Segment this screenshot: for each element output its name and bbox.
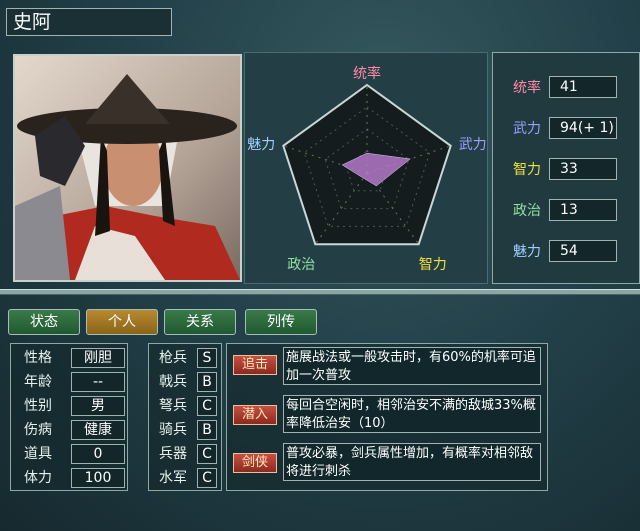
stat-value: 41 <box>549 76 617 98</box>
aptitude-grade: C <box>197 468 217 488</box>
aptitude-label: 兵器 <box>159 446 187 462</box>
aptitude-label: 枪兵 <box>159 350 187 366</box>
general-portrait <box>13 54 242 282</box>
stat-row-wuli: 武力 94(+ 1) <box>493 117 640 141</box>
profile-label: 性格 <box>24 350 52 366</box>
radar-label: 统率 <box>353 65 381 82</box>
profile-value: 刚胆 <box>71 348 125 368</box>
section-divider <box>0 289 640 295</box>
radar-label: 武力 <box>459 137 487 153</box>
radar-chart: 统率武力智力 政治 魅力 <box>247 65 487 273</box>
aptitude-grade: B <box>197 420 217 440</box>
stat-row-meili: 魅力 54 <box>493 240 640 264</box>
radar-label: 魅力 <box>247 137 275 153</box>
profile-value: 健康 <box>71 420 125 440</box>
aptitude-label: 骑兵 <box>159 422 187 438</box>
profile-label: 年龄 <box>24 374 52 390</box>
radar-label: 政治 <box>287 257 315 273</box>
stat-label: 政治 <box>513 203 541 219</box>
tab-relations[interactable]: 关系 <box>164 309 236 335</box>
skill-description: 每回合空闲时，相邻治安不满的敌城33%概率降低治安（10） <box>283 395 541 433</box>
aptitude-grade: S <box>197 348 217 368</box>
stat-label: 统率 <box>513 80 541 96</box>
stat-row-zhengzhi: 政治 13 <box>493 199 640 223</box>
stat-value: 13 <box>549 199 617 221</box>
aptitude-grade: B <box>197 372 217 392</box>
aptitude-grade: C <box>197 444 217 464</box>
top-panel: 统率 武力 智力 政治 魅力 统率 41 武力 94(+ 1) 智力 33 政治 13 … <box>4 50 640 286</box>
aptitude-box: 枪兵 S 戟兵 B 弩兵 C 骑兵 B 兵器 C 水军 C <box>148 343 222 491</box>
stat-value: 33 <box>549 158 617 180</box>
profile-box: 性格 刚胆 年龄 -- 性别 男 伤病 健康 道具 0 体力 100 <box>10 343 128 491</box>
skill-button-qianru[interactable]: 潜入 <box>233 405 277 425</box>
profile-value: -- <box>71 372 125 392</box>
profile-value: 0 <box>71 444 125 464</box>
stat-label: 魅力 <box>513 244 541 260</box>
profile-label: 体力 <box>24 470 52 486</box>
tab-status[interactable]: 状态 <box>8 309 80 335</box>
tab-biography[interactable]: 列传 <box>245 309 317 335</box>
skill-button-jianxia[interactable]: 剑侠 <box>233 453 277 473</box>
stat-row-tongshuai: 统率 41 <box>493 76 640 100</box>
profile-label: 伤病 <box>24 422 52 438</box>
general-name: 史阿 <box>6 8 172 36</box>
skill-description: 普攻必暴，剑兵属性增加，有概率对相邻敌将进行刺杀 <box>283 443 541 481</box>
skill-description: 施展战法或一般攻击时，有60%的机率可追加一次普攻 <box>283 347 541 385</box>
aptitude-grade: C <box>197 396 217 416</box>
aptitude-label: 弩兵 <box>159 398 187 414</box>
stat-value: 54 <box>549 240 617 262</box>
profile-value: 男 <box>71 396 125 416</box>
profile-label: 道具 <box>24 446 52 462</box>
stat-row-zhili: 智力 33 <box>493 158 640 182</box>
profile-label: 性别 <box>24 398 52 414</box>
profile-value: 100 <box>71 468 125 488</box>
skill-button-zhuiji[interactable]: 追击 <box>233 355 277 375</box>
aptitude-label: 戟兵 <box>159 374 187 390</box>
stats-panel: 统率 41 武力 94(+ 1) 智力 33 政治 13 魅力 54 <box>492 52 640 284</box>
stat-label: 武力 <box>513 121 541 137</box>
tab-personal[interactable]: 个人 <box>86 309 158 335</box>
attribute-radar: 统率武力智力 政治 魅力 <box>244 52 488 284</box>
aptitude-label: 水军 <box>159 470 187 486</box>
radar-label: 智力 <box>419 257 447 273</box>
portrait-image <box>15 56 240 280</box>
stat-label: 智力 <box>513 162 541 178</box>
stat-value: 94(+ 1) <box>549 117 617 139</box>
